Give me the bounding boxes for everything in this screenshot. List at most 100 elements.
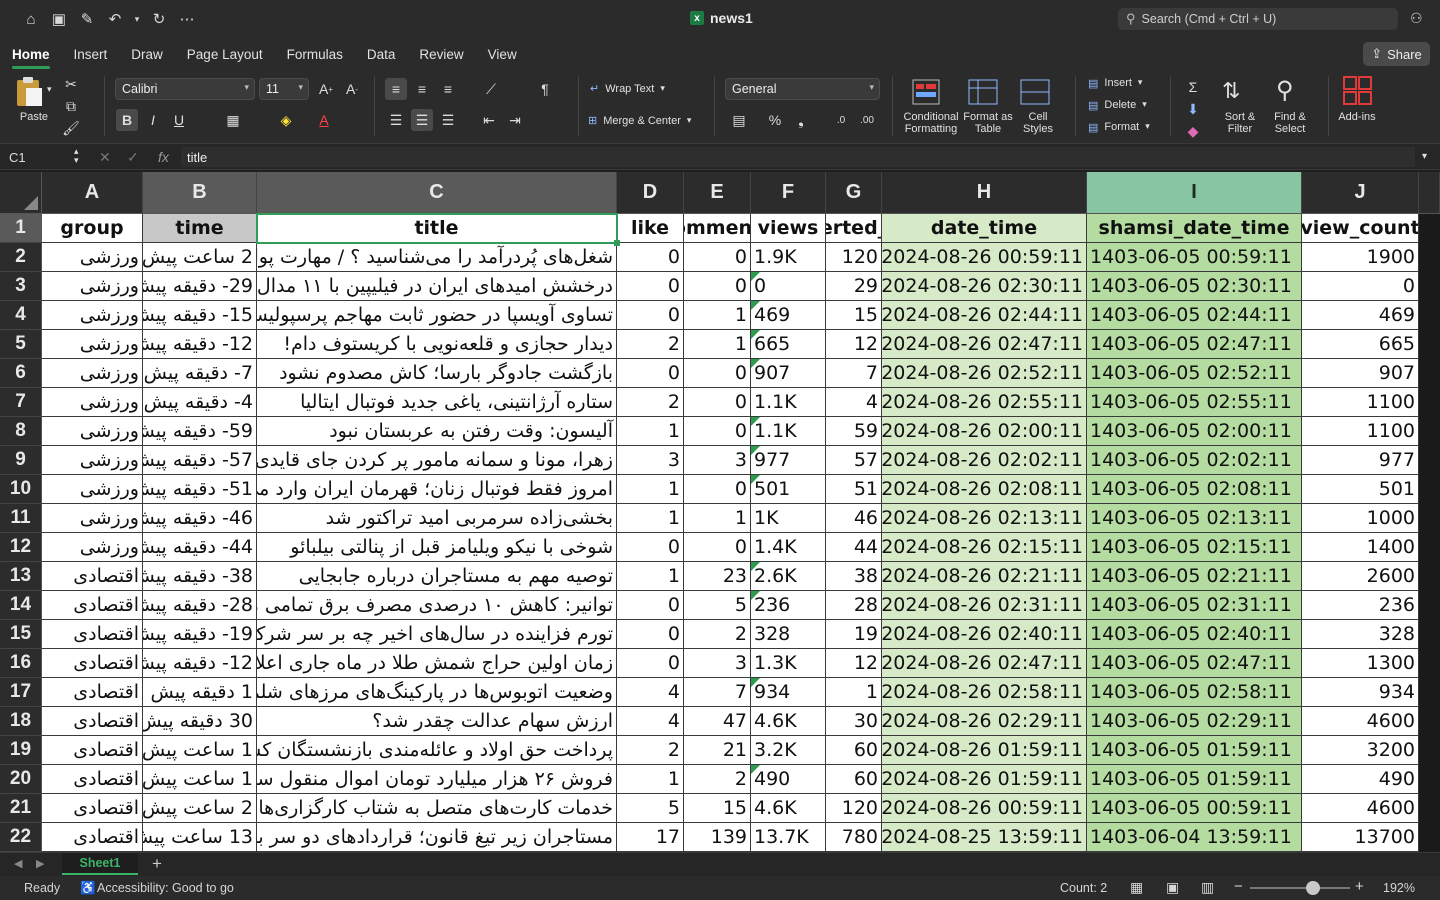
- orientation-icon[interactable]: ⟋: [480, 78, 502, 100]
- cell-e-comment[interactable]: 23: [684, 562, 751, 591]
- cell-c-title[interactable]: ارزش سهام عدالت چقدر شد؟: [257, 707, 617, 736]
- cell-a-group[interactable]: اقتصادی: [42, 736, 143, 765]
- tab-draw[interactable]: Draw: [119, 38, 175, 70]
- copy-icon[interactable]: ⧉: [60, 95, 82, 117]
- cell-i-shamsi[interactable]: 1403-06-05 02:52:11: [1087, 359, 1302, 388]
- cell-e-comment[interactable]: 3: [684, 649, 751, 678]
- cell-f-views[interactable]: 0: [751, 272, 826, 301]
- cell-a-group[interactable]: اقتصادی: [42, 678, 143, 707]
- cell-f-views[interactable]: 907: [751, 359, 826, 388]
- cell-j-vc[interactable]: 1400: [1302, 533, 1419, 562]
- normal-view-icon[interactable]: ▦: [1130, 879, 1143, 896]
- row-header[interactable]: 19: [0, 736, 42, 765]
- cell-h-date[interactable]: 2024-08-26 02:30:11: [882, 272, 1087, 301]
- cell-c-title[interactable]: توانیر: کاهش ۱۰ درصدی مصرف برق تمامی مشت…: [257, 591, 617, 620]
- header-cell-h[interactable]: date_time: [882, 214, 1087, 243]
- cell-f-views[interactable]: 665: [751, 330, 826, 359]
- cell-h-date[interactable]: 2024-08-25 13:59:11: [882, 823, 1087, 852]
- cell-h-date[interactable]: 2024-08-26 02:40:11: [882, 620, 1087, 649]
- cell-d-like[interactable]: 0: [617, 533, 684, 562]
- cell-f-views[interactable]: 13.7K: [751, 823, 826, 852]
- cell-e-comment[interactable]: 0: [684, 388, 751, 417]
- edit-icon[interactable]: ✎: [76, 8, 98, 30]
- tab-formulas[interactable]: Formulas: [275, 38, 355, 70]
- row-header[interactable]: 8: [0, 417, 42, 446]
- cell-h-date[interactable]: 2024-08-26 02:13:11: [882, 504, 1087, 533]
- cell-j-vc[interactable]: 3200: [1302, 736, 1419, 765]
- expand-formula-icon[interactable]: ▾: [1422, 151, 1427, 162]
- cell-f-views[interactable]: 1.3K: [751, 649, 826, 678]
- format-painter-icon[interactable]: 🖌: [60, 117, 82, 139]
- fx-label[interactable]: fx: [158, 149, 169, 165]
- scroll-right-icon[interactable]: ▶: [36, 857, 44, 870]
- header-cell-g[interactable]: erted_: [826, 214, 882, 243]
- cell-e-comment[interactable]: 7: [684, 678, 751, 707]
- cell-b-time[interactable]: 46- دقیقه پیش: [143, 504, 257, 533]
- cell-i-shamsi[interactable]: 1403-06-05 02:47:11: [1087, 649, 1302, 678]
- cell-d-like[interactable]: 0: [617, 620, 684, 649]
- cell-i-shamsi[interactable]: 1403-06-05 02:13:11: [1087, 504, 1302, 533]
- header-cell-a[interactable]: group: [42, 214, 143, 243]
- format-as-table-icon[interactable]: [968, 78, 1000, 109]
- cell-g-conv[interactable]: 28: [826, 591, 882, 620]
- scroll-left-icon[interactable]: ◀: [14, 857, 22, 870]
- cell-a-group[interactable]: اقتصادی: [42, 823, 143, 852]
- find-select-icon[interactable]: ⚲: [1276, 76, 1294, 105]
- cell-e-comment[interactable]: 1: [684, 330, 751, 359]
- cell-c-title[interactable]: پرداخت حق اولاد و عائله‌مندی بازنشستگان …: [257, 736, 617, 765]
- cell-c-title[interactable]: تورم فزاینده در سال‌های اخیر چه بر سر شر…: [257, 620, 617, 649]
- cell-i-shamsi[interactable]: 1403-06-05 02:47:11: [1087, 330, 1302, 359]
- cell-h-date[interactable]: 2024-08-26 02:47:11: [882, 649, 1087, 678]
- cell-j-vc[interactable]: 665: [1302, 330, 1419, 359]
- cell-styles-icon[interactable]: [1020, 78, 1052, 109]
- cell-e-comment[interactable]: 0: [684, 417, 751, 446]
- cell-e-comment[interactable]: 139: [684, 823, 751, 852]
- column-header-k[interactable]: [1419, 172, 1440, 214]
- accounting-format-icon[interactable]: ▤: [728, 109, 750, 131]
- borders-icon[interactable]: ▦: [222, 109, 244, 131]
- cell-a-group[interactable]: ورزشی: [42, 301, 143, 330]
- row-header[interactable]: 15: [0, 620, 42, 649]
- cell-b-time[interactable]: 38- دقیقه پیش: [143, 562, 257, 591]
- cell-f-views[interactable]: 1.9K: [751, 243, 826, 272]
- cell-b-time[interactable]: 13 ساعت پیش: [143, 823, 257, 852]
- italic-button[interactable]: I: [142, 109, 164, 131]
- clear-icon[interactable]: ◆: [1182, 120, 1204, 142]
- more-icon[interactable]: ⋯: [176, 8, 198, 30]
- cell-c-title[interactable]: شغل‌های پُردرآمد را می‌شناسید ؟ / مهارت …: [257, 243, 617, 272]
- row-header[interactable]: 6: [0, 359, 42, 388]
- cell-d-like[interactable]: 2: [617, 388, 684, 417]
- collaborate-icon[interactable]: ⚇: [1410, 10, 1423, 27]
- cell-a-group[interactable]: اقتصادی: [42, 765, 143, 794]
- cell-a-group[interactable]: اقتصادی: [42, 620, 143, 649]
- cell-i-shamsi[interactable]: 1403-06-05 02:00:11: [1087, 417, 1302, 446]
- cell-i-shamsi[interactable]: 1403-06-05 02:21:11: [1087, 562, 1302, 591]
- sort-filter-icon[interactable]: ⇅: [1222, 78, 1240, 104]
- font-size-select[interactable]: 11 ▾: [259, 78, 309, 100]
- row-header[interactable]: 10: [0, 475, 42, 504]
- cell-g-conv[interactable]: 12: [826, 330, 882, 359]
- cell-i-shamsi[interactable]: 1403-06-05 02:58:11: [1087, 678, 1302, 707]
- header-cell-c[interactable]: title: [257, 214, 617, 243]
- cell-j-vc[interactable]: 934: [1302, 678, 1419, 707]
- row-header[interactable]: 22: [0, 823, 42, 852]
- cell-f-views[interactable]: 501: [751, 475, 826, 504]
- cell-j-vc[interactable]: 2600: [1302, 562, 1419, 591]
- formula-input[interactable]: title: [181, 147, 1415, 167]
- header-cell-i[interactable]: shamsi_date_time: [1087, 214, 1302, 243]
- page-layout-view-icon[interactable]: ▣: [1166, 879, 1179, 896]
- format-cells-button[interactable]: ▤ Format ▾: [1088, 121, 1150, 134]
- column-header-j[interactable]: J: [1302, 172, 1419, 214]
- cell-i-shamsi[interactable]: 1403-06-05 02:55:11: [1087, 388, 1302, 417]
- tab-page-layout[interactable]: Page Layout: [175, 38, 275, 70]
- cell-h-date[interactable]: 2024-08-26 02:21:11: [882, 562, 1087, 591]
- row-header[interactable]: 2: [0, 243, 42, 272]
- add-sheet-icon[interactable]: +: [152, 854, 162, 874]
- cell-a-group[interactable]: ورزشی: [42, 446, 143, 475]
- home-icon[interactable]: ⌂: [20, 8, 42, 30]
- cell-j-vc[interactable]: 907: [1302, 359, 1419, 388]
- tab-insert[interactable]: Insert: [62, 38, 120, 70]
- cell-g-conv[interactable]: 44: [826, 533, 882, 562]
- cell-d-like[interactable]: 17: [617, 823, 684, 852]
- row-header[interactable]: 20: [0, 765, 42, 794]
